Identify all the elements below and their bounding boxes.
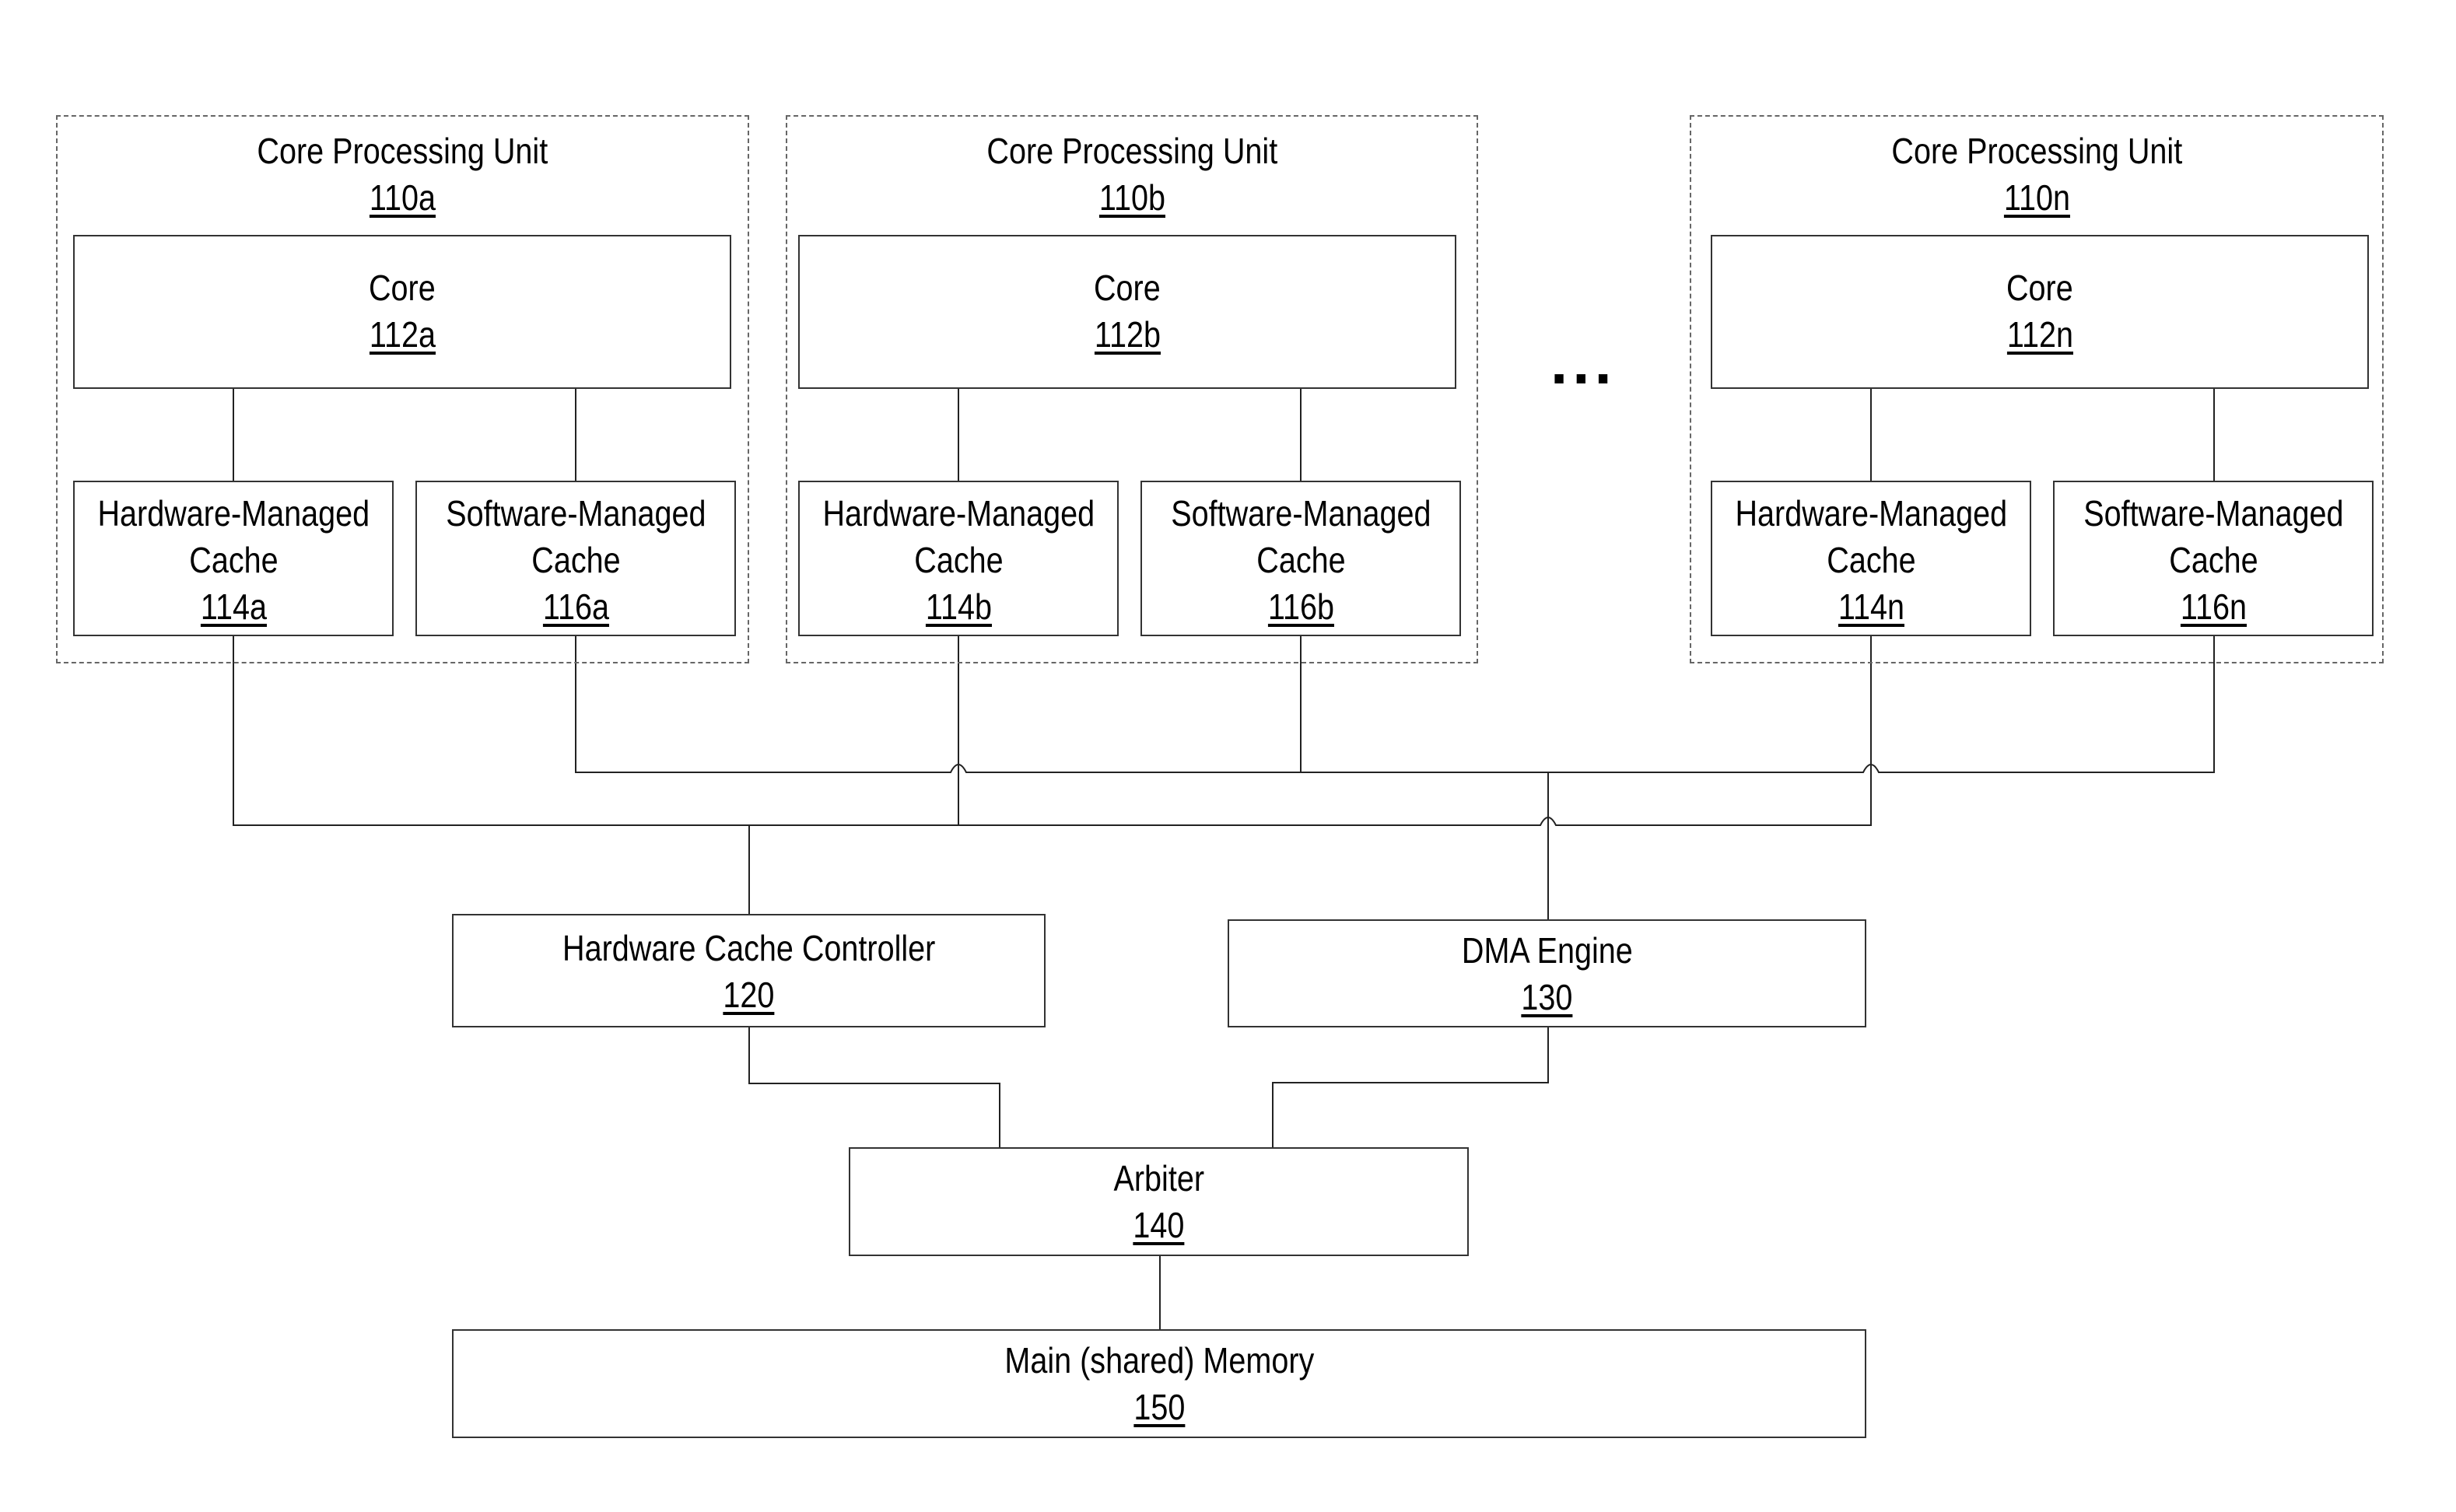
- cpu-title: Core Processing Unit: [986, 131, 1277, 171]
- software-managed-cache-a: Software-Managed Cache 116a: [415, 481, 736, 636]
- cache-label: Hardware-Managed: [1735, 493, 2007, 534]
- core-label: Core: [369, 268, 436, 308]
- controller-ref: 120: [723, 975, 775, 1015]
- dma-engine: DMA Engine 130: [1228, 919, 1866, 1027]
- core-a: Core 112a: [73, 235, 731, 389]
- cpu-title: Core Processing Unit: [257, 131, 548, 171]
- core-ref: 112b: [1094, 314, 1161, 355]
- cache-label: Cache: [531, 540, 621, 580]
- cpu-ref: 110a: [369, 177, 436, 218]
- cache-label: Hardware-Managed: [97, 493, 370, 534]
- cache-ref: 116a: [542, 586, 609, 627]
- hardware-managed-cache-b: Hardware-Managed Cache 114b: [798, 481, 1119, 636]
- core-ref: 112n: [2006, 314, 2073, 355]
- cache-label: Software-Managed: [2083, 493, 2344, 534]
- main-shared-memory: Main (shared) Memory 150: [452, 1329, 1866, 1438]
- cache-ref: 116n: [2180, 586, 2247, 627]
- memory-ref: 150: [1133, 1387, 1186, 1427]
- cache-ref: 116b: [1267, 586, 1334, 627]
- cache-label: Cache: [188, 540, 279, 580]
- cpu-ref: 110n: [2003, 177, 2070, 218]
- dma-ref: 130: [1521, 977, 1573, 1017]
- core-label: Core: [2006, 268, 2073, 308]
- hardware-managed-cache-n: Hardware-Managed Cache 114n: [1711, 481, 2031, 636]
- core-b: Core 112b: [798, 235, 1456, 389]
- core-n: Core 112n: [1711, 235, 2369, 389]
- cache-label: Software-Managed: [1170, 493, 1431, 534]
- cache-label: Cache: [2168, 540, 2258, 580]
- hardware-cache-bus: [233, 636, 1872, 826]
- cache-ref: 114a: [200, 586, 267, 627]
- cache-label: Cache: [913, 540, 1004, 580]
- cpu-ref: 110b: [1098, 177, 1165, 218]
- hardware-managed-cache-a: Hardware-Managed Cache 114a: [73, 481, 394, 636]
- cache-label: Hardware-Managed: [822, 493, 1095, 534]
- cache-ref: 114n: [1838, 586, 1904, 627]
- cpu-title: Core Processing Unit: [1891, 131, 2182, 171]
- wire-hcc-to-arbiter: [748, 1027, 1000, 1147]
- software-managed-cache-b: Software-Managed Cache 116b: [1140, 481, 1461, 636]
- arbiter-label: Arbiter: [1113, 1158, 1204, 1199]
- core-label: Core: [1094, 268, 1161, 308]
- wire-dma-to-arbiter: [1272, 1027, 1549, 1147]
- cache-label: Cache: [1256, 540, 1346, 580]
- dma-label: DMA Engine: [1461, 930, 1633, 971]
- software-managed-cache-n: Software-Managed Cache 116n: [2053, 481, 2374, 636]
- hardware-cache-controller: Hardware Cache Controller 120: [452, 914, 1046, 1027]
- arbiter: Arbiter 140: [849, 1147, 1469, 1256]
- arbiter-ref: 140: [1133, 1205, 1185, 1245]
- memory-label: Main (shared) Memory: [1004, 1340, 1314, 1381]
- cache-label: Software-Managed: [445, 493, 706, 534]
- cache-label: Cache: [1826, 540, 1916, 580]
- core-ref: 112a: [369, 314, 436, 355]
- cache-ref: 114b: [925, 586, 992, 627]
- controller-label: Hardware Cache Controller: [562, 928, 936, 968]
- more-units-ellipsis: ...: [1550, 327, 1617, 397]
